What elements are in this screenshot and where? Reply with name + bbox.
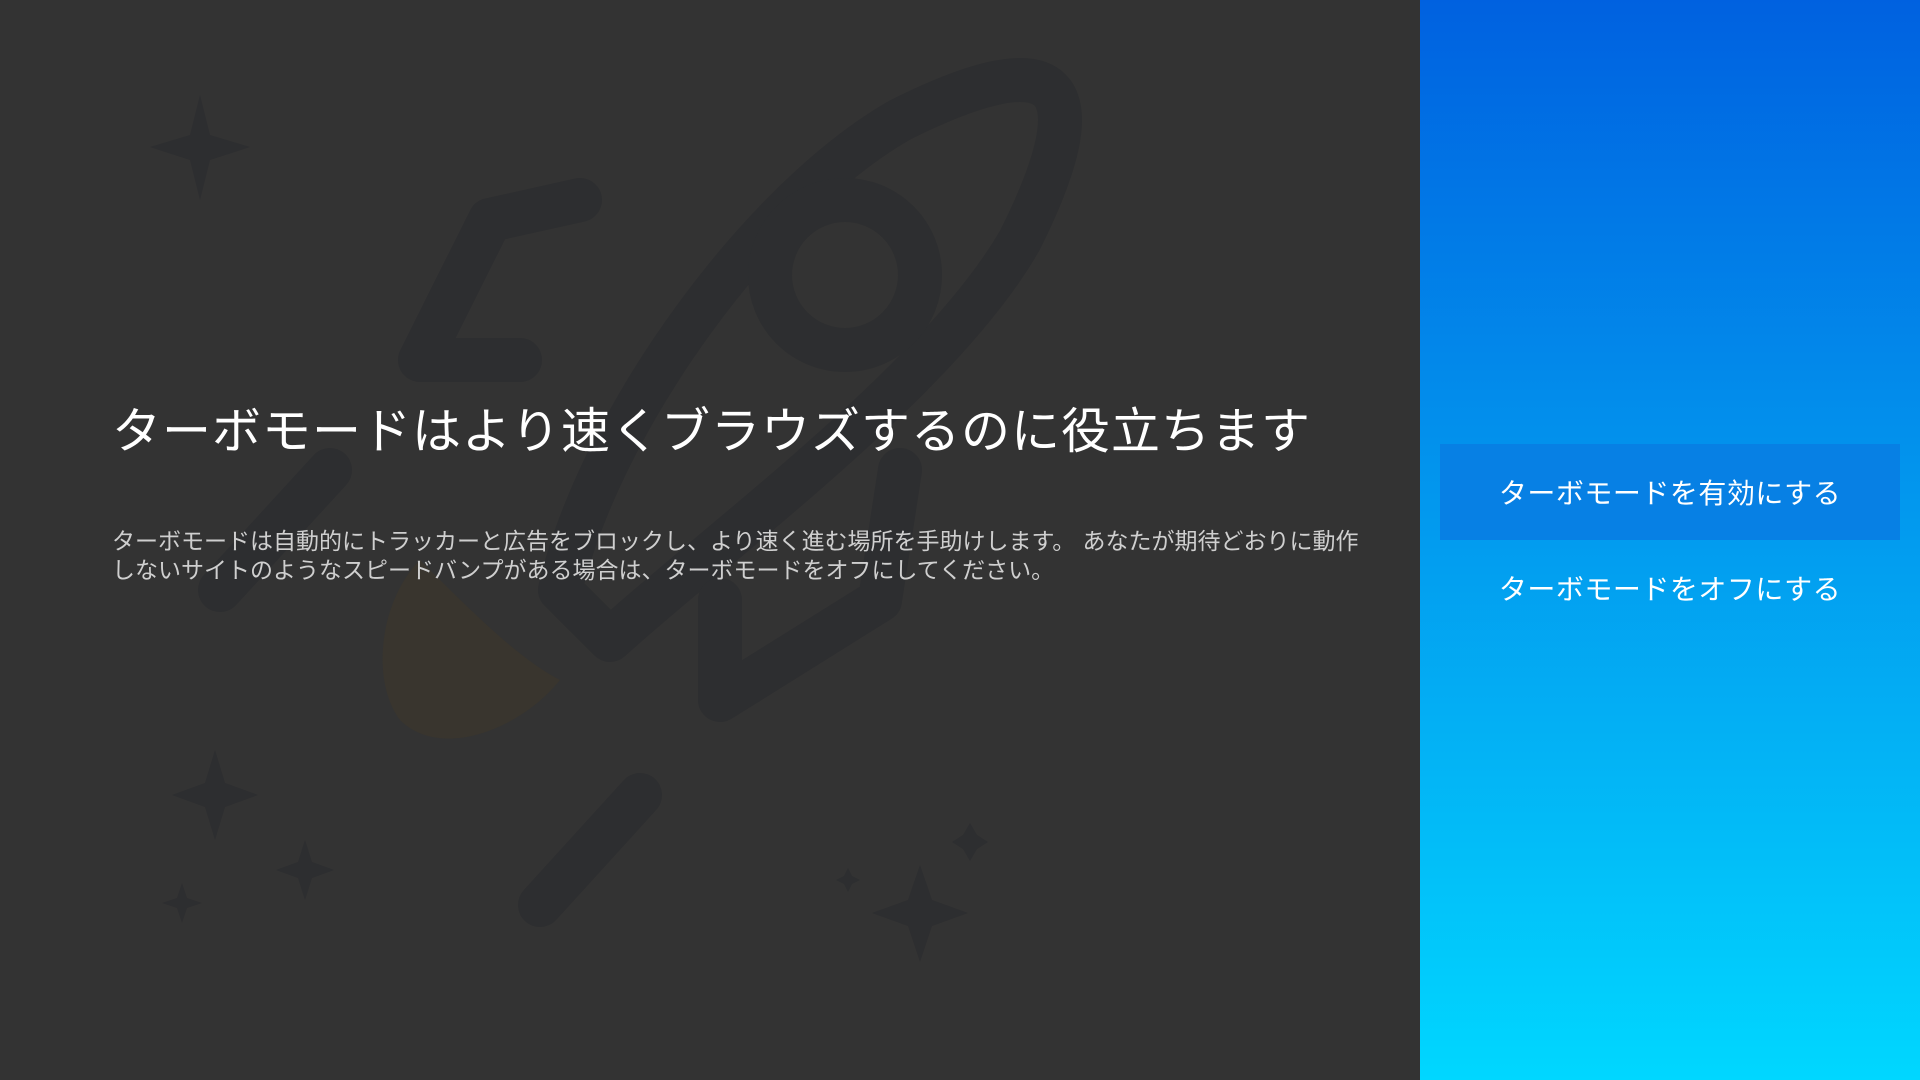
page-title: ターボモードはより速くブラウズするのに役立ちます xyxy=(112,403,1312,460)
page-description: ターボモードは自動的にトラッカーと広告をブロックし、より速く進む場所を手助けしま… xyxy=(112,529,1359,584)
options-menu: ターボモードを有効にする ターボモードをオフにする xyxy=(1440,444,1900,636)
content-area: ターボモードはより速くブラウズするのに役立ちます ターボモードは自動的にトラッカ… xyxy=(112,400,1372,586)
disable-turbo-mode-button[interactable]: ターボモードをオフにする xyxy=(1440,540,1900,636)
info-panel: ターボモードはより速くブラウズするのに役立ちます ターボモードは自動的にトラッカ… xyxy=(0,0,1420,1080)
enable-turbo-mode-button[interactable]: ターボモードを有効にする xyxy=(1440,444,1900,540)
options-panel: ターボモードを有効にする ターボモードをオフにする xyxy=(1420,0,1920,1080)
turbo-mode-onboarding-screen: ターボモードはより速くブラウズするのに役立ちます ターボモードは自動的にトラッカ… xyxy=(0,0,1920,1080)
